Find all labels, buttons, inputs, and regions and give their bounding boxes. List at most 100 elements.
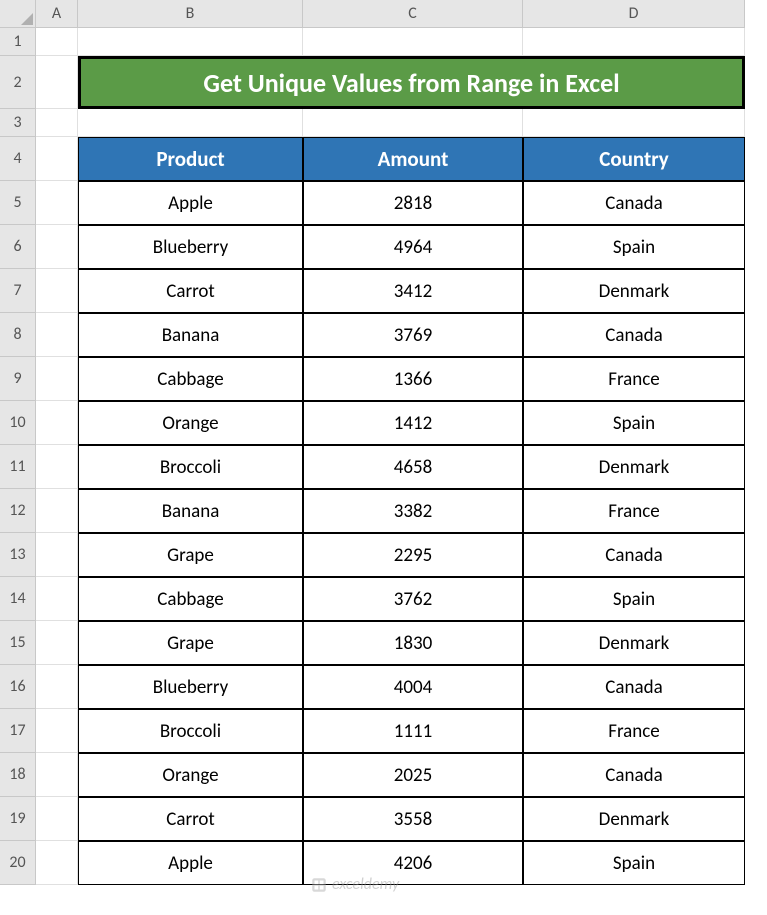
- table-cell[interactable]: Banana: [78, 489, 303, 533]
- table-cell[interactable]: Spain: [523, 401, 745, 445]
- table-cell[interactable]: Cabbage: [78, 577, 303, 621]
- cell-blank[interactable]: [36, 313, 78, 357]
- row-header-10[interactable]: 10: [0, 401, 36, 445]
- table-cell[interactable]: Orange: [78, 753, 303, 797]
- table-cell[interactable]: France: [523, 357, 745, 401]
- cell-blank[interactable]: [303, 109, 523, 137]
- table-cell[interactable]: 4658: [303, 445, 523, 489]
- table-cell[interactable]: 4964: [303, 225, 523, 269]
- table-cell[interactable]: 1412: [303, 401, 523, 445]
- cell-blank[interactable]: [36, 269, 78, 313]
- table-cell[interactable]: Spain: [523, 841, 745, 885]
- table-cell[interactable]: 3412: [303, 269, 523, 313]
- table-header-amount: Amount: [303, 137, 523, 181]
- table-cell[interactable]: Grape: [78, 533, 303, 577]
- cell-blank[interactable]: [36, 489, 78, 533]
- table-cell[interactable]: 3382: [303, 489, 523, 533]
- table-cell[interactable]: Canada: [523, 313, 745, 357]
- row-header-4[interactable]: 4: [0, 137, 36, 181]
- table-cell[interactable]: France: [523, 709, 745, 753]
- table-cell[interactable]: 1111: [303, 709, 523, 753]
- cell-blank[interactable]: [78, 28, 303, 56]
- table-cell[interactable]: 4004: [303, 665, 523, 709]
- row-header-5[interactable]: 5: [0, 181, 36, 225]
- table-cell[interactable]: Broccoli: [78, 445, 303, 489]
- table-cell[interactable]: 3558: [303, 797, 523, 841]
- cell-blank[interactable]: [36, 56, 78, 109]
- cell-blank[interactable]: [36, 753, 78, 797]
- cell-blank[interactable]: [523, 28, 745, 56]
- row-header-19[interactable]: 19: [0, 797, 36, 841]
- row-header-13[interactable]: 13: [0, 533, 36, 577]
- table-cell[interactable]: Denmark: [523, 445, 745, 489]
- table-cell[interactable]: 1830: [303, 621, 523, 665]
- table-cell[interactable]: 2025: [303, 753, 523, 797]
- row-header-8[interactable]: 8: [0, 313, 36, 357]
- table-cell[interactable]: Banana: [78, 313, 303, 357]
- cell-blank[interactable]: [36, 225, 78, 269]
- table-cell[interactable]: Denmark: [523, 621, 745, 665]
- cell-blank[interactable]: [36, 709, 78, 753]
- table-cell[interactable]: Canada: [523, 181, 745, 225]
- cell-blank[interactable]: [36, 28, 78, 56]
- table-cell[interactable]: Denmark: [523, 269, 745, 313]
- row-header-18[interactable]: 18: [0, 753, 36, 797]
- row-header-1[interactable]: 1: [0, 28, 36, 56]
- row-header-3[interactable]: 3: [0, 109, 36, 137]
- row-header-6[interactable]: 6: [0, 225, 36, 269]
- col-header-B[interactable]: B: [78, 0, 303, 28]
- cell-blank[interactable]: [36, 665, 78, 709]
- row-header-14[interactable]: 14: [0, 577, 36, 621]
- cell-blank[interactable]: [36, 621, 78, 665]
- cell-blank[interactable]: [36, 445, 78, 489]
- col-header-D[interactable]: D: [523, 0, 745, 28]
- table-cell[interactable]: 2295: [303, 533, 523, 577]
- cell-blank[interactable]: [36, 797, 78, 841]
- cell-blank[interactable]: [36, 577, 78, 621]
- table-cell[interactable]: 2818: [303, 181, 523, 225]
- table-cell[interactable]: 4206: [303, 841, 523, 885]
- table-cell[interactable]: Spain: [523, 225, 745, 269]
- table-cell[interactable]: France: [523, 489, 745, 533]
- table-cell[interactable]: Canada: [523, 753, 745, 797]
- table-cell[interactable]: Canada: [523, 533, 745, 577]
- select-all-corner[interactable]: [0, 0, 36, 28]
- table-cell[interactable]: 3769: [303, 313, 523, 357]
- table-cell[interactable]: Canada: [523, 665, 745, 709]
- row-header-16[interactable]: 16: [0, 665, 36, 709]
- cell-blank[interactable]: [36, 401, 78, 445]
- cell-blank[interactable]: [36, 109, 78, 137]
- cell-blank[interactable]: [303, 28, 523, 56]
- row-header-20[interactable]: 20: [0, 841, 36, 885]
- table-cell[interactable]: Cabbage: [78, 357, 303, 401]
- table-cell[interactable]: 1366: [303, 357, 523, 401]
- table-cell[interactable]: Orange: [78, 401, 303, 445]
- table-cell[interactable]: Blueberry: [78, 225, 303, 269]
- table-cell[interactable]: Blueberry: [78, 665, 303, 709]
- table-cell[interactable]: Broccoli: [78, 709, 303, 753]
- cell-blank[interactable]: [78, 109, 303, 137]
- table-cell[interactable]: 3762: [303, 577, 523, 621]
- row-header-2[interactable]: 2: [0, 56, 36, 109]
- table-cell[interactable]: Carrot: [78, 269, 303, 313]
- table-cell[interactable]: Denmark: [523, 797, 745, 841]
- table-cell[interactable]: Carrot: [78, 797, 303, 841]
- row-header-9[interactable]: 9: [0, 357, 36, 401]
- cell-blank[interactable]: [36, 181, 78, 225]
- table-cell[interactable]: Apple: [78, 841, 303, 885]
- cell-blank[interactable]: [36, 533, 78, 577]
- cell-blank[interactable]: [36, 841, 78, 885]
- row-header-15[interactable]: 15: [0, 621, 36, 665]
- row-header-7[interactable]: 7: [0, 269, 36, 313]
- col-header-C[interactable]: C: [303, 0, 523, 28]
- cell-blank[interactable]: [36, 137, 78, 181]
- cell-blank[interactable]: [36, 357, 78, 401]
- cell-blank[interactable]: [523, 109, 745, 137]
- table-cell[interactable]: Apple: [78, 181, 303, 225]
- col-header-A[interactable]: A: [36, 0, 78, 28]
- row-header-17[interactable]: 17: [0, 709, 36, 753]
- row-header-12[interactable]: 12: [0, 489, 36, 533]
- table-cell[interactable]: Spain: [523, 577, 745, 621]
- row-header-11[interactable]: 11: [0, 445, 36, 489]
- table-cell[interactable]: Grape: [78, 621, 303, 665]
